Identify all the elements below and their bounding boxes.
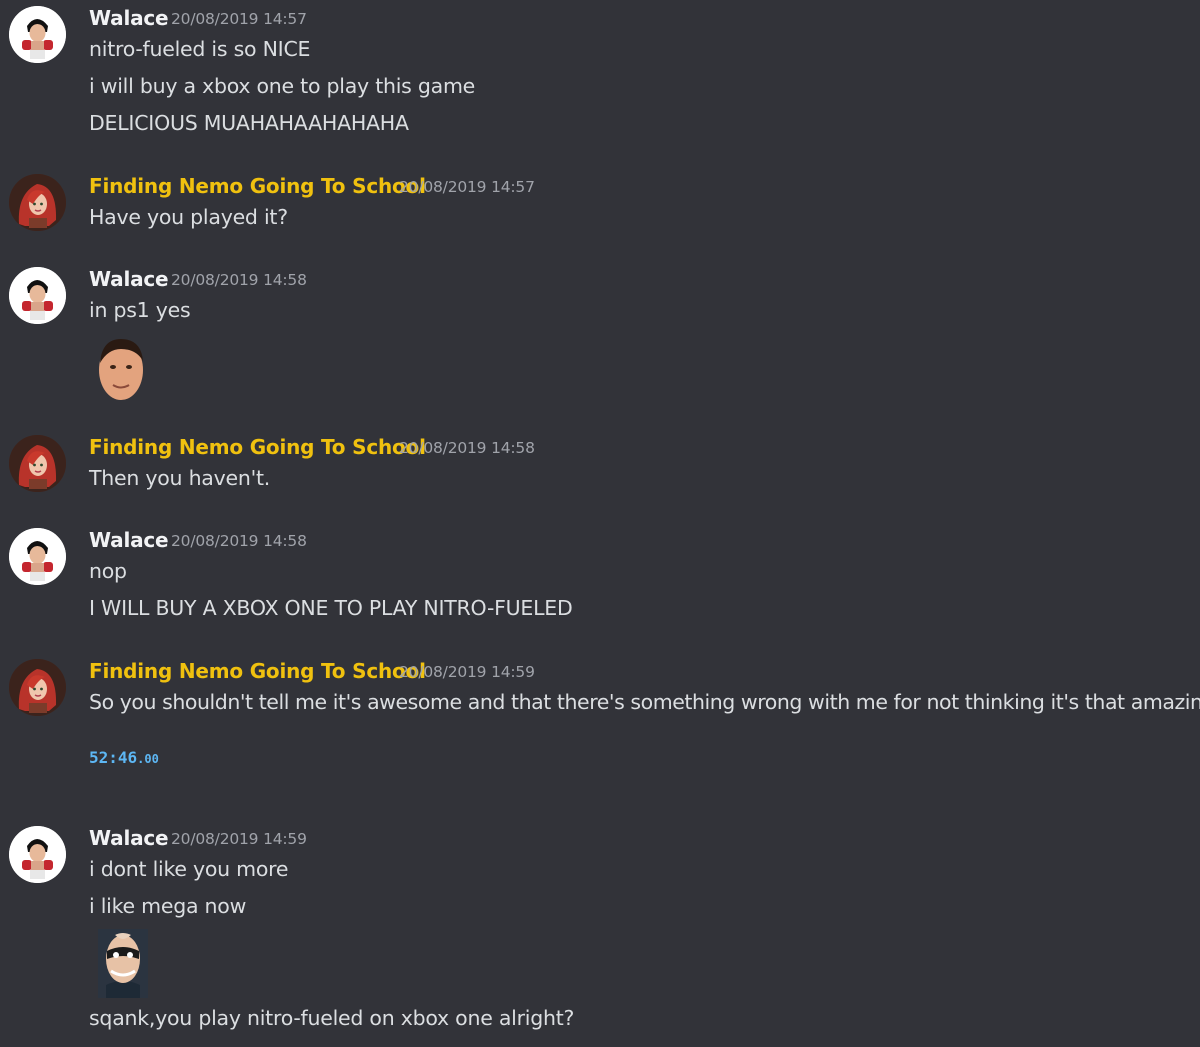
speedrun-timer-emoji[interactable]: 52:46.00	[89, 748, 159, 767]
timestamp: 20/08/2019 14:58	[171, 532, 307, 550]
walace-avatar[interactable]	[9, 267, 66, 324]
message-text: nop	[89, 559, 127, 583]
walace-avatar[interactable]	[9, 528, 66, 585]
author-name[interactable]: Walace	[89, 6, 169, 30]
author-name[interactable]: Finding Nemo Going To School	[89, 435, 426, 459]
timestamp: 20/08/2019 14:57	[399, 178, 535, 196]
timer-main: 52:46	[89, 748, 138, 767]
timestamp: 20/08/2019 14:58	[399, 439, 535, 457]
message-text: I WILL BUY A XBOX ONE TO PLAY NITRO-FUEL…	[89, 596, 573, 620]
author-name[interactable]: Walace	[89, 267, 169, 291]
author-name[interactable]: Walace	[89, 826, 169, 850]
message-text: DELICIOUS MUAHAHAAHAHAHA	[89, 111, 409, 135]
nemo-avatar[interactable]	[9, 435, 66, 492]
nemo-avatar[interactable]	[9, 659, 66, 716]
author-name[interactable]: Finding Nemo Going To School	[89, 174, 426, 198]
nemo-avatar[interactable]	[9, 174, 66, 231]
walace-avatar[interactable]	[9, 826, 66, 883]
message-text: i like mega now	[89, 894, 247, 918]
message-text: in ps1 yes	[89, 298, 191, 322]
message-text: So you shouldn't tell me it's awesome an…	[89, 690, 1200, 714]
message-text: nitro-fueled is so NICE	[89, 37, 311, 61]
message-text: i will buy a xbox one to play this game	[89, 74, 476, 98]
message-text: Then you haven't.	[89, 466, 271, 490]
timestamp: 20/08/2019 14:58	[171, 271, 307, 289]
message-text: i dont like you more	[89, 857, 289, 881]
timestamp: 20/08/2019 14:59	[399, 663, 535, 681]
timer-fraction: .00	[137, 752, 159, 766]
author-name[interactable]: Walace	[89, 528, 169, 552]
mr-incredible-emoji[interactable]	[98, 929, 148, 1002]
timestamp: 20/08/2019 14:59	[171, 830, 307, 848]
walace-avatar[interactable]	[9, 6, 66, 63]
author-name[interactable]: Finding Nemo Going To School	[89, 659, 426, 683]
round-face-emoji[interactable]	[96, 333, 148, 407]
timestamp: 20/08/2019 14:57	[171, 10, 307, 28]
message-text: Have you played it?	[89, 205, 288, 229]
message-text: sqank,you play nitro-fueled on xbox one …	[89, 1006, 575, 1030]
